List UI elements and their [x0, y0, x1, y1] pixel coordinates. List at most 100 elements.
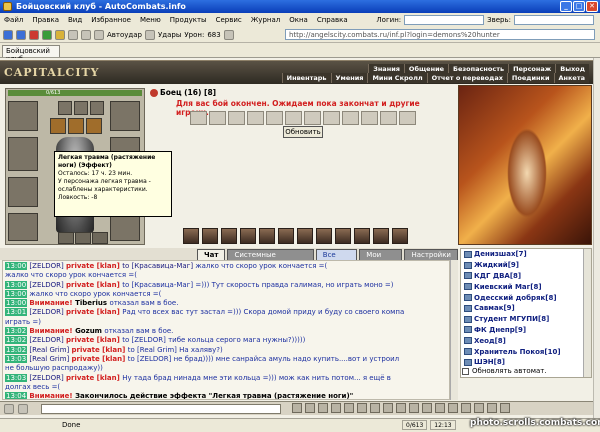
chat-tab[interactable]: Чат — [197, 249, 226, 260]
chat-option-icon[interactable] — [18, 404, 28, 414]
block-slot[interactable] — [399, 111, 416, 125]
fist-icon[interactable] — [145, 29, 155, 40]
menu-item[interactable]: Продукты — [170, 16, 207, 24]
slot-effect-1[interactable] — [50, 118, 66, 134]
slot-effect-2[interactable] — [68, 118, 84, 134]
chat-action-icon[interactable] — [461, 403, 471, 413]
chat-action-icon[interactable] — [331, 403, 341, 413]
user-name[interactable]: Савмак[9] — [474, 304, 515, 312]
refresh-icon[interactable] — [42, 29, 52, 40]
slot-belt[interactable] — [8, 213, 38, 241]
user-row[interactable]: ФК Днепр[9] — [461, 325, 591, 336]
action-icon[interactable] — [183, 228, 199, 244]
block-slot[interactable] — [342, 111, 359, 125]
action-icon[interactable] — [278, 228, 294, 244]
chat-tab[interactable]: Мои логи — [359, 249, 403, 269]
chat-tab[interactable]: Настройки — [404, 249, 458, 260]
action-icon[interactable] — [373, 228, 389, 244]
auto-refresh-option[interactable]: Обновлять автомат. — [462, 367, 547, 375]
user-name[interactable]: Хранитель Покоя[10] — [474, 348, 561, 356]
user-name[interactable]: КДГ ДВА[8] — [474, 272, 521, 280]
chat-scrollbar[interactable] — [450, 260, 458, 400]
tab-fightclub[interactable]: Бойцовский клуб — [2, 45, 60, 63]
block-slot[interactable] — [228, 111, 245, 125]
user-row[interactable]: Студент МГУПИ[8] — [461, 314, 591, 325]
block-slot[interactable] — [323, 111, 340, 125]
nav-bottom-item[interactable]: Анкета — [553, 73, 589, 83]
tool-icon[interactable] — [81, 29, 91, 40]
action-icon[interactable] — [240, 228, 256, 244]
slot-effect-3[interactable] — [86, 118, 102, 134]
slot-gloves[interactable] — [110, 101, 140, 131]
auto-refresh-checkbox[interactable] — [462, 367, 469, 375]
nav-bottom-item[interactable]: Инвентарь — [281, 73, 331, 83]
belt-slot[interactable] — [58, 232, 74, 244]
autoudar-button[interactable]: Автоудар — [107, 31, 142, 39]
block-slot[interactable] — [304, 111, 321, 125]
chat-action-icon[interactable] — [305, 403, 315, 413]
stop-icon[interactable] — [29, 29, 39, 40]
chat-action-icon[interactable] — [409, 403, 419, 413]
action-icon[interactable] — [297, 228, 313, 244]
login-input[interactable] — [404, 15, 485, 25]
user-name[interactable]: Киевский Маг[8] — [474, 283, 542, 291]
chat-action-icon[interactable] — [318, 403, 328, 413]
belt-slot[interactable] — [75, 232, 91, 244]
print-icon[interactable] — [68, 29, 78, 40]
chat-tab[interactable]: Системные сообщения — [227, 249, 314, 269]
slot-ring-1[interactable] — [58, 101, 72, 115]
user-name[interactable]: Студент МГУПИ[8] — [474, 315, 549, 323]
slot-ring-2[interactable] — [74, 101, 88, 115]
close-icon[interactable]: ✕ — [586, 1, 598, 12]
action-icon[interactable] — [202, 228, 218, 244]
menu-item[interactable]: Избранное — [91, 16, 131, 24]
action-icon[interactable] — [392, 228, 408, 244]
chat-action-icon[interactable] — [422, 403, 432, 413]
slot-weapon[interactable] — [8, 137, 38, 171]
fighter-name[interactable]: Боец (16) [8] — [160, 88, 216, 97]
user-row[interactable]: Денизшах[7] — [461, 249, 591, 260]
chat-input[interactable] — [41, 404, 281, 414]
chat-option-icon[interactable] — [4, 404, 14, 414]
users-scrollbar[interactable] — [583, 249, 591, 377]
chat-tab[interactable]: Все логи — [315, 249, 358, 269]
nav-bottom-item[interactable]: Поединки — [506, 73, 554, 83]
action-icon[interactable] — [335, 228, 351, 244]
maximize-icon[interactable]: □ — [573, 1, 585, 12]
belt-slot[interactable] — [92, 232, 108, 244]
user-row[interactable]: Савмак[9] — [461, 303, 591, 314]
user-row[interactable]: КДГ ДВА[8] — [461, 271, 591, 282]
forward-icon[interactable] — [16, 29, 26, 40]
user-row[interactable]: Жидкий[9] — [461, 260, 591, 271]
nav-bottom-item[interactable]: Умения — [330, 73, 368, 83]
chat-action-icon[interactable] — [448, 403, 458, 413]
menu-item[interactable]: Сервис — [216, 16, 242, 24]
block-slot[interactable] — [190, 111, 207, 125]
user-name[interactable]: ШЭН[8] — [474, 358, 505, 366]
chat-action-icon[interactable] — [500, 403, 510, 413]
chat-action-icon[interactable] — [383, 403, 393, 413]
user-name[interactable]: Хеод[8] — [474, 337, 506, 345]
chat-action-icon[interactable] — [344, 403, 354, 413]
menu-item[interactable]: Справка — [317, 16, 348, 24]
page-scrollbar[interactable] — [593, 58, 600, 418]
user-name[interactable]: ФК Днепр[9] — [474, 326, 526, 334]
user-row[interactable]: Одесский добряк[8] — [461, 292, 591, 303]
refresh-button[interactable]: Обновить — [283, 126, 323, 138]
block-slot[interactable] — [380, 111, 397, 125]
menu-item[interactable]: Журнал — [251, 16, 280, 24]
address-bar[interactable]: http://angelscity.combats.ru/inf.pl?logi… — [285, 29, 595, 40]
block-slot[interactable] — [285, 111, 302, 125]
back-icon[interactable] — [3, 29, 13, 40]
menu-item[interactable]: Вид — [68, 16, 82, 24]
chat-action-icon[interactable] — [487, 403, 497, 413]
chat-action-icon[interactable] — [357, 403, 367, 413]
udary-button[interactable]: Удары — [158, 31, 181, 39]
menu-item[interactable]: Окна — [289, 16, 308, 24]
chat-action-icon[interactable] — [292, 403, 302, 413]
slot-armor[interactable] — [8, 177, 38, 207]
nav-bottom-item[interactable]: Мини Скролл — [367, 73, 427, 83]
menu-item[interactable]: Файл — [4, 16, 23, 24]
sword-icon[interactable] — [94, 29, 104, 40]
slot-helmet[interactable] — [8, 101, 38, 131]
